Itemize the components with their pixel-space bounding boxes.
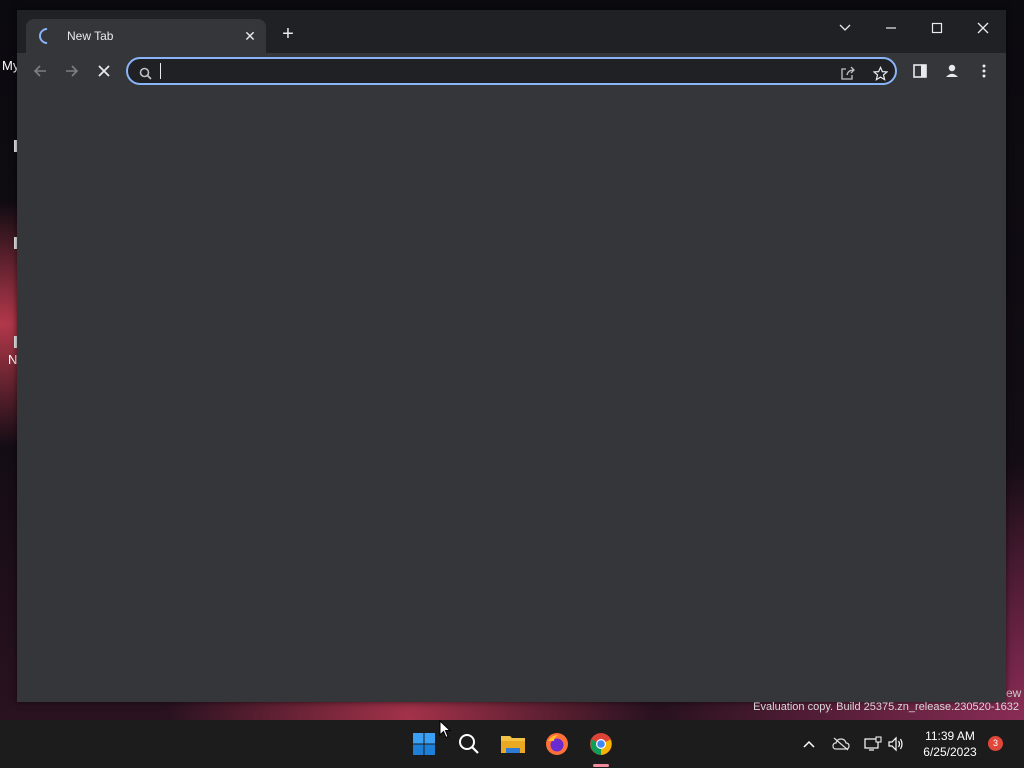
browser-toolbar bbox=[17, 53, 1006, 89]
tab-title: New Tab bbox=[67, 29, 114, 43]
address-input[interactable] bbox=[160, 62, 764, 82]
taskbar: 11:39 AM 6/25/2023 3 bbox=[0, 720, 1024, 768]
notification-badge[interactable]: 3 bbox=[988, 736, 1003, 751]
side-panel-icon[interactable] bbox=[908, 59, 932, 83]
title-bar: New Tab ✕ + bbox=[17, 10, 1006, 53]
maximize-button[interactable] bbox=[922, 17, 952, 39]
firefox-icon[interactable] bbox=[541, 728, 573, 760]
onedrive-offline-icon[interactable] bbox=[831, 734, 851, 754]
volume-icon[interactable] bbox=[886, 734, 906, 754]
browser-window: New Tab ✕ + bbox=[17, 10, 1006, 702]
file-explorer-icon[interactable] bbox=[497, 728, 529, 760]
minimize-button[interactable] bbox=[876, 17, 906, 39]
text-caret bbox=[160, 63, 161, 79]
chevron-up-icon[interactable] bbox=[799, 734, 819, 754]
share-icon[interactable] bbox=[839, 64, 857, 82]
mouse-pointer-icon bbox=[439, 720, 451, 739]
desktop-icon-label[interactable]: ew bbox=[1006, 686, 1021, 700]
clock-date: 6/25/2023 bbox=[923, 745, 977, 759]
windows-start-icon[interactable] bbox=[408, 728, 440, 760]
clock-time: 11:39 AM bbox=[925, 729, 975, 743]
bookmark-star-icon[interactable] bbox=[871, 64, 889, 82]
taskbar-clock[interactable]: 11:39 AM 6/25/2023 bbox=[918, 728, 982, 760]
back-button[interactable] bbox=[28, 59, 52, 83]
more-menu-icon[interactable] bbox=[972, 59, 996, 83]
tab-new-tab[interactable]: New Tab ✕ bbox=[26, 19, 266, 53]
close-window-button[interactable] bbox=[968, 17, 998, 39]
address-bar[interactable] bbox=[126, 57, 897, 85]
tab-close-icon[interactable]: ✕ bbox=[240, 28, 260, 45]
loading-spinner-icon bbox=[35, 24, 59, 48]
chrome-icon[interactable] bbox=[585, 728, 617, 760]
evaluation-watermark: Evaluation copy. Build 25375.zn_release.… bbox=[753, 701, 1019, 713]
search-icon bbox=[136, 64, 154, 82]
tab-search-chevron-icon[interactable] bbox=[830, 17, 860, 39]
stop-loading-button[interactable] bbox=[92, 59, 116, 83]
search-icon[interactable] bbox=[453, 728, 485, 760]
network-icon[interactable] bbox=[863, 734, 883, 754]
active-app-indicator bbox=[593, 764, 609, 767]
new-tab-button[interactable]: + bbox=[279, 24, 297, 44]
forward-button[interactable] bbox=[60, 59, 84, 83]
page-content bbox=[17, 89, 1006, 702]
desktop-icon-label[interactable]: N bbox=[8, 352, 17, 367]
profile-avatar-icon[interactable] bbox=[940, 59, 964, 83]
